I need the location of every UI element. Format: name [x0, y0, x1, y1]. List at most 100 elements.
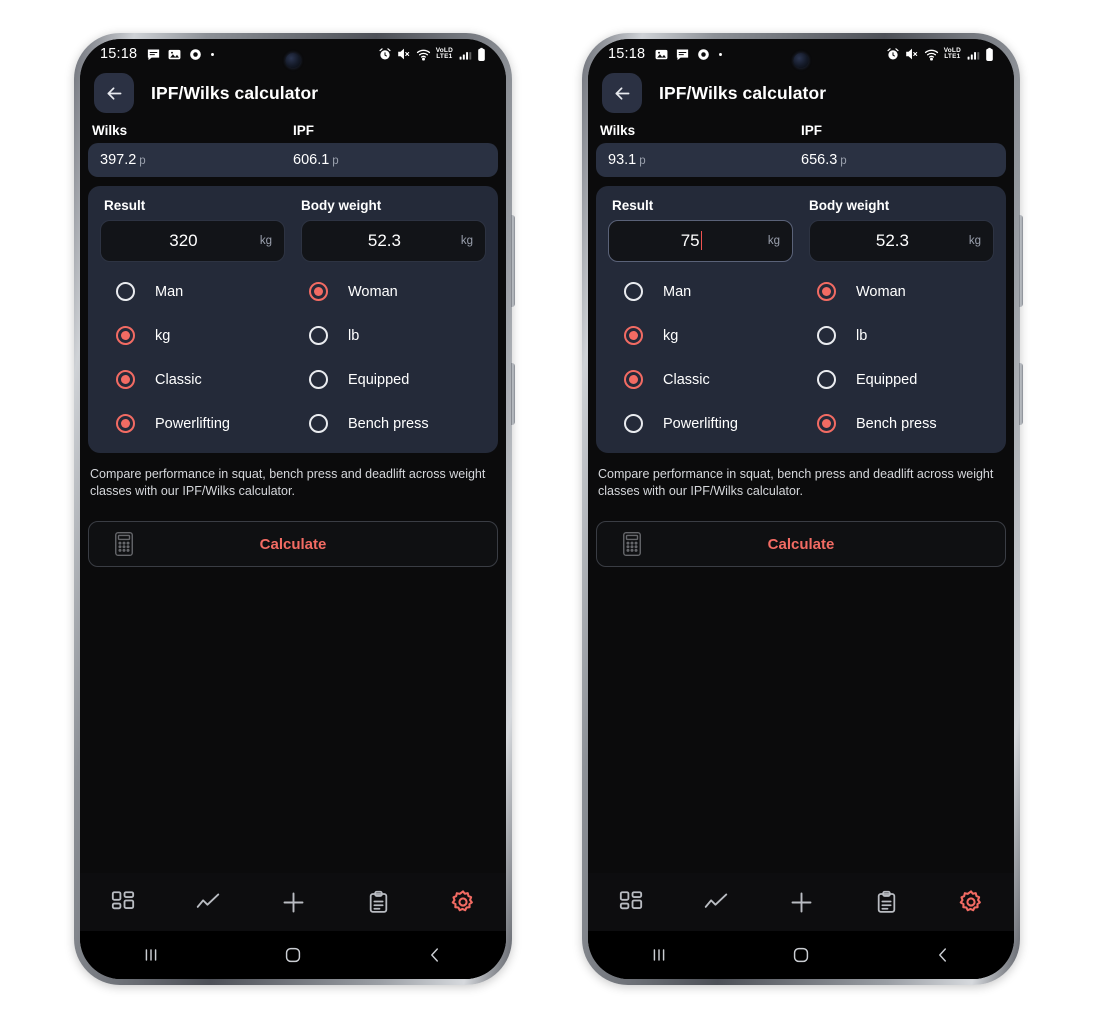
back-icon[interactable]	[932, 944, 954, 966]
result-input[interactable]: 75 kg	[608, 220, 793, 262]
radio-option-man[interactable]: Man	[608, 282, 801, 301]
input-row: 75 kg 52.3 kg	[608, 220, 994, 262]
chart-line-icon[interactable]	[195, 889, 221, 915]
radio-option-kg[interactable]: kg	[100, 326, 293, 345]
radio-dot[interactable]	[116, 282, 135, 301]
wilks-value: 93.1	[608, 152, 637, 168]
radio-label: Powerlifting	[663, 415, 738, 432]
plus-icon[interactable]	[788, 889, 815, 916]
radio-dot[interactable]	[624, 326, 643, 345]
clipboard-icon[interactable]	[366, 890, 391, 915]
radio-option-lb[interactable]: lb	[293, 326, 486, 345]
radio-option-equipped[interactable]: Equipped	[801, 370, 994, 389]
volte-lte1-icon: VoLD LTE1	[435, 47, 453, 60]
radio-option-bench-press[interactable]: Bench press	[801, 414, 994, 433]
page-title: IPF/Wilks calculator	[151, 82, 319, 103]
nav-item-plus[interactable]	[250, 889, 335, 916]
nav-item-plus[interactable]	[758, 889, 843, 916]
radio-dot[interactable]	[817, 370, 836, 389]
status-bar-right: VoLD LTE1	[886, 47, 994, 62]
calculator-icon	[621, 531, 643, 557]
back-arrow-icon[interactable]	[104, 83, 125, 104]
nav-item-gear[interactable]	[929, 889, 1014, 915]
radio-option-classic[interactable]: Classic	[608, 370, 801, 389]
radio-option-kg[interactable]: kg	[608, 326, 801, 345]
clipboard-icon[interactable]	[874, 890, 899, 915]
bodyweight-input[interactable]: 52.3 kg	[301, 220, 486, 262]
nav-item-chart-line[interactable]	[165, 889, 250, 915]
radio-label: kg	[155, 327, 171, 344]
volume-button[interactable]	[1019, 215, 1023, 307]
dashboard-grid-icon[interactable]	[618, 889, 644, 915]
chart-line-icon[interactable]	[703, 889, 729, 915]
recents-icon[interactable]	[648, 944, 670, 966]
radio-label: kg	[663, 327, 679, 344]
result-input[interactable]: 320 kg	[100, 220, 285, 262]
volume-button[interactable]	[511, 215, 515, 307]
system-recents[interactable]	[588, 944, 730, 966]
system-home[interactable]	[730, 944, 872, 966]
radio-dot[interactable]	[116, 370, 135, 389]
status-bar: 15:18 VoLD LTE1	[80, 39, 506, 69]
back-arrow-icon[interactable]	[612, 83, 633, 104]
radio-row: Man Woman	[100, 282, 486, 301]
system-back[interactable]	[364, 944, 506, 966]
radio-option-woman[interactable]: Woman	[801, 282, 994, 301]
radio-option-powerlifting[interactable]: Powerlifting	[608, 414, 801, 433]
system-recents[interactable]	[80, 944, 222, 966]
radio-option-bench-press[interactable]: Bench press	[293, 414, 486, 433]
back-button[interactable]	[602, 73, 642, 113]
radio-dot[interactable]	[309, 370, 328, 389]
nav-item-dashboard-grid[interactable]	[80, 889, 165, 915]
power-button[interactable]	[1019, 363, 1023, 425]
plus-icon[interactable]	[280, 889, 307, 916]
power-button[interactable]	[511, 363, 515, 425]
back-button[interactable]	[94, 73, 134, 113]
radio-row: Powerlifting Bench press	[100, 414, 486, 433]
radio-dot[interactable]	[116, 414, 135, 433]
radio-label: Powerlifting	[155, 415, 230, 432]
nav-item-dashboard-grid[interactable]	[588, 889, 673, 915]
radio-option-lb[interactable]: lb	[801, 326, 994, 345]
field-labels: Result Body weight	[100, 198, 486, 213]
calculate-button[interactable]: Calculate	[596, 521, 1006, 567]
home-icon[interactable]	[790, 944, 812, 966]
page-title: IPF/Wilks calculator	[659, 82, 827, 103]
nav-item-gear[interactable]	[421, 889, 506, 915]
radio-dot[interactable]	[817, 282, 836, 301]
wilks-label: Wilks	[600, 123, 636, 138]
calculate-button[interactable]: Calculate	[88, 521, 498, 567]
system-home[interactable]	[222, 944, 364, 966]
bodyweight-input[interactable]: 52.3 kg	[809, 220, 994, 262]
nav-item-chart-line[interactable]	[673, 889, 758, 915]
status-bar-left: 15:18	[100, 46, 216, 62]
radio-dot[interactable]	[624, 414, 643, 433]
input-row: 320 kg 52.3 kg	[100, 220, 486, 262]
home-icon[interactable]	[282, 944, 304, 966]
nav-item-clipboard[interactable]	[336, 890, 421, 915]
back-icon[interactable]	[424, 944, 446, 966]
bodyweight-unit: kg	[460, 235, 473, 247]
radio-dot[interactable]	[624, 282, 643, 301]
gear-icon[interactable]	[450, 889, 476, 915]
radio-option-woman[interactable]: Woman	[293, 282, 486, 301]
radio-dot[interactable]	[624, 370, 643, 389]
dashboard-grid-icon[interactable]	[110, 889, 136, 915]
radio-dot[interactable]	[309, 414, 328, 433]
radio-dot[interactable]	[116, 326, 135, 345]
radio-option-powerlifting[interactable]: Powerlifting	[100, 414, 293, 433]
signal-bars-icon	[966, 48, 980, 61]
radio-dot[interactable]	[309, 326, 328, 345]
radio-groups: Man Woman kg lb Classic Equipped Powerlifting B…	[100, 282, 486, 433]
status-time: 15:18	[608, 46, 646, 62]
nav-item-clipboard[interactable]	[844, 890, 929, 915]
system-back[interactable]	[872, 944, 1014, 966]
radio-option-classic[interactable]: Classic	[100, 370, 293, 389]
radio-dot[interactable]	[817, 414, 836, 433]
recents-icon[interactable]	[140, 944, 162, 966]
radio-option-equipped[interactable]: Equipped	[293, 370, 486, 389]
radio-dot[interactable]	[309, 282, 328, 301]
gear-icon[interactable]	[958, 889, 984, 915]
radio-option-man[interactable]: Man	[100, 282, 293, 301]
radio-dot[interactable]	[817, 326, 836, 345]
